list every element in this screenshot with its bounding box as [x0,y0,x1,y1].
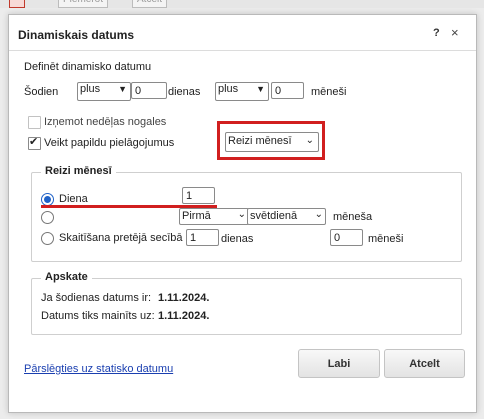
background-app-icon [9,0,25,8]
cancel-button[interactable]: Atcelt [384,349,465,378]
months-label: mēneši [311,86,347,98]
day-radio-label: Diena [59,193,88,205]
highlight-frequency-box [217,121,325,160]
chevron-down-icon: ▼ [256,84,265,94]
extra-adjust-checkbox[interactable] [28,135,41,150]
monthly-group-legend: Reizi mēnesī [41,165,116,177]
monthwise-label: mēneša [333,211,373,223]
close-icon[interactable]: × [451,25,459,40]
exclude-weekends-label: Izņemot nedēļas nogales [44,116,167,128]
days-sign-value: plus [80,83,101,95]
title-divider [9,50,476,51]
today-date-label: Ja šodienas datums ir: [41,292,152,304]
summary-group-legend: Apskate [41,271,92,283]
reverse-days-label: dienas [221,233,254,245]
reverse-days-input[interactable] [186,229,219,246]
reverse-months-label: mēneši [368,233,404,245]
days-label: dienas [168,86,201,98]
background-cancel-button: Atcelt [132,0,168,8]
days-input[interactable] [131,82,167,99]
months-sign-select[interactable]: plus ▼ [215,82,269,101]
reverse-count-radio[interactable] [41,232,54,245]
exclude-weekends-checkbox[interactable] [28,116,41,129]
chevron-down-icon: ⌄ [237,209,246,220]
changed-date-value: 1.11.2024. [158,310,210,322]
chevron-down-icon: ▼ [118,84,127,94]
weekday-select[interactable]: svētdienā ⌄ [247,208,326,225]
extra-adjust-label: Veikt papildu pielāgojumus [44,137,175,149]
dynamic-date-dialog: Dinamiskais datums ? × Definēt dinamisko… [8,14,477,413]
reverse-months-input[interactable] [330,229,363,246]
reverse-count-label: Skaitīšana pretējā secībā [59,232,183,244]
ordinal-select[interactable]: Pirmā ⌄ [179,208,249,225]
switch-to-static-link[interactable]: Pārslēgties uz statisko datumu [24,363,173,375]
chevron-down-icon: ⌄ [314,209,323,220]
changed-date-label: Datums tiks mainīts uz: [41,310,155,322]
ok-button[interactable]: Labi [298,349,380,378]
months-sign-value: plus [218,83,239,95]
weekday-value: svētdienā [250,210,298,222]
day-input[interactable] [182,187,215,204]
today-date-value: 1.11.2024. [158,292,210,304]
dialog-title: Dinamiskais datums [18,28,135,42]
ordinal-value: Pirmā [182,210,211,222]
define-label: Definēt dinamisko datumu [24,61,152,73]
summary-group [31,278,462,335]
help-icon[interactable]: ? [433,27,440,39]
weekday-radio[interactable] [41,211,54,224]
months-input[interactable] [271,82,304,99]
today-label: Šodien [24,86,59,98]
days-sign-select[interactable]: plus ▼ [77,82,131,101]
background-apply-button: Piemērot [58,0,109,8]
